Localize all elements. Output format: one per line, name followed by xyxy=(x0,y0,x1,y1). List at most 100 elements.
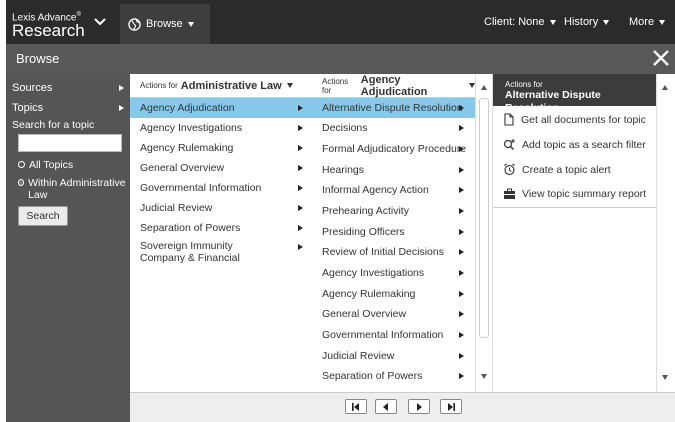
list-item[interactable]: Separation of Powers xyxy=(312,366,475,386)
view-summary-report-action[interactable]: View topic summary report xyxy=(503,188,646,200)
list-item-label: Agency Adjudication xyxy=(140,102,235,114)
close-icon[interactable] xyxy=(650,47,672,69)
scroll-down-icon[interactable] xyxy=(662,375,668,380)
chevron-right-icon xyxy=(298,185,303,191)
list-item-label: Separation of Powers xyxy=(322,370,423,382)
chevron-down-icon[interactable] xyxy=(88,12,112,32)
add-search-filter-action[interactable]: Add topic as a search filter xyxy=(503,138,646,151)
scrollbar-thumb[interactable] xyxy=(479,98,489,338)
history-menu[interactable]: History xyxy=(564,0,610,44)
column-header-topic: Agency Adjudication xyxy=(360,73,428,98)
list-item[interactable]: Judicial Review xyxy=(312,346,475,366)
list-item-label: Informal Agency Action xyxy=(322,184,429,196)
alarm-clock-icon xyxy=(504,163,515,176)
radio-unchecked-icon xyxy=(18,161,25,168)
list-item[interactable]: Hearings xyxy=(312,160,475,180)
list-item[interactable]: Agency Rulemaking xyxy=(130,138,312,158)
chevron-right-icon xyxy=(459,373,464,379)
column-header-prefix: Actions for xyxy=(322,76,349,95)
chevron-right-icon xyxy=(459,353,464,359)
document-icon xyxy=(504,113,514,126)
chevron-right-icon xyxy=(298,205,303,211)
caret-down-icon xyxy=(286,83,293,88)
list-item-label: Governmental Information xyxy=(140,182,262,194)
list-item[interactable]: Agency Investigations xyxy=(312,263,475,283)
globe-icon xyxy=(128,17,141,31)
topic-search-label: Search for a topic xyxy=(12,119,95,131)
list-item[interactable]: General Overview xyxy=(130,158,312,178)
history-label: History xyxy=(564,16,599,28)
create-topic-alert-action[interactable]: Create a topic alert xyxy=(503,163,611,176)
list-item[interactable]: General Overview xyxy=(312,304,475,324)
actions-header-prefix: Actions for xyxy=(505,80,543,89)
column-scrollbar[interactable] xyxy=(475,74,493,392)
column-header-topic: Administrative Law xyxy=(180,79,282,92)
client-label: Client: None xyxy=(484,16,545,28)
list-item[interactable]: Review of Initial Decisions xyxy=(312,242,475,262)
list-item[interactable]: Presiding Officers xyxy=(312,222,475,242)
list-item[interactable]: Agency Adjudication xyxy=(130,98,312,118)
list-item-label: Agency Rulemaking xyxy=(140,142,234,154)
list-item[interactable]: Governmental Information xyxy=(130,178,312,198)
topic-column-1: Actions for Administrative Law Agency Adj… xyxy=(130,74,313,392)
more-menu[interactable]: More xyxy=(629,0,666,44)
sidebar-item-sources[interactable]: Sources xyxy=(6,78,130,98)
column-header-dropdown[interactable]: Actions for Administrative Law xyxy=(130,74,312,98)
caret-down-icon xyxy=(187,21,194,27)
radio-all-topics[interactable]: All Topics xyxy=(18,159,73,171)
column-header-dropdown[interactable]: Actions for Agency Adjudication xyxy=(312,74,475,98)
column-header-prefix: Actions for xyxy=(140,81,178,90)
caret-down-icon xyxy=(603,19,610,25)
scroll-up-icon[interactable] xyxy=(481,85,487,90)
list-item[interactable]: Sovereign Immunity Company & Financial xyxy=(130,240,312,270)
list-item-label: Judicial Review xyxy=(322,350,395,362)
actions-panel: Actions for Alternative Dispute Resoluti… xyxy=(493,74,656,392)
chevron-right-icon xyxy=(298,125,303,131)
list-item[interactable]: Judicial Review xyxy=(130,198,312,218)
prev-page-icon[interactable] xyxy=(375,399,397,414)
list-item[interactable]: Separation of Powers xyxy=(130,218,312,238)
list-item[interactable]: Governmental Information xyxy=(312,325,475,345)
list-item[interactable]: Agency Rulemaking xyxy=(312,284,475,304)
list-item-label: Hearings xyxy=(322,164,365,176)
next-page-icon[interactable] xyxy=(408,399,430,414)
browse-label: Browse xyxy=(146,18,183,30)
last-page-icon[interactable] xyxy=(440,399,462,414)
chevron-right-icon xyxy=(298,165,303,171)
radio-within-topic[interactable]: Within Administrative Law xyxy=(18,177,126,201)
chevron-right-icon xyxy=(459,125,464,131)
scroll-up-icon[interactable] xyxy=(662,85,668,90)
list-item[interactable]: Alternative Dispute Resolution xyxy=(312,98,475,118)
actions-list: Get all documents for topic Add topic as… xyxy=(493,106,656,208)
list-item[interactable]: Formal Adjudicatory Procedure xyxy=(312,139,475,159)
search-button[interactable]: Search xyxy=(18,206,68,226)
client-menu[interactable]: Client: None xyxy=(484,0,556,44)
chevron-right-icon xyxy=(459,249,464,255)
chevron-right-icon xyxy=(459,311,464,317)
list-item-label: Agency Investigations xyxy=(322,267,425,279)
chevron-right-icon xyxy=(298,244,303,250)
first-page-icon[interactable] xyxy=(345,399,367,414)
list-item[interactable]: Agency Investigations xyxy=(130,118,312,138)
action-label: Get all documents for topic xyxy=(521,113,646,126)
chevron-right-icon xyxy=(459,208,464,214)
list-item[interactable]: Informal Agency Action xyxy=(312,180,475,200)
chevron-right-icon xyxy=(119,85,124,91)
get-documents-action[interactable]: Get all documents for topic xyxy=(503,113,646,126)
browse-title: Browse xyxy=(16,51,60,66)
chevron-right-icon xyxy=(459,187,464,193)
list-item[interactable]: Decisions xyxy=(312,118,475,138)
list-item-label: Agency Rulemaking xyxy=(322,288,416,300)
radio-label: All Topics xyxy=(29,159,74,171)
browse-menu-button[interactable]: Browse xyxy=(120,4,210,44)
radio-label: Within Administrative Law xyxy=(28,177,126,201)
column-pager xyxy=(130,392,675,422)
actions-scrollbar[interactable] xyxy=(656,74,675,392)
brand-logo[interactable]: Lexis Advance® Research xyxy=(6,0,86,44)
chevron-right-icon xyxy=(459,332,464,338)
sidebar-item-topics[interactable]: Topics xyxy=(6,98,130,118)
list-item[interactable]: Prehearing Activity xyxy=(312,201,475,221)
chevron-right-icon xyxy=(459,105,464,111)
topic-search-input[interactable] xyxy=(18,134,122,152)
scroll-down-icon[interactable] xyxy=(481,374,487,379)
